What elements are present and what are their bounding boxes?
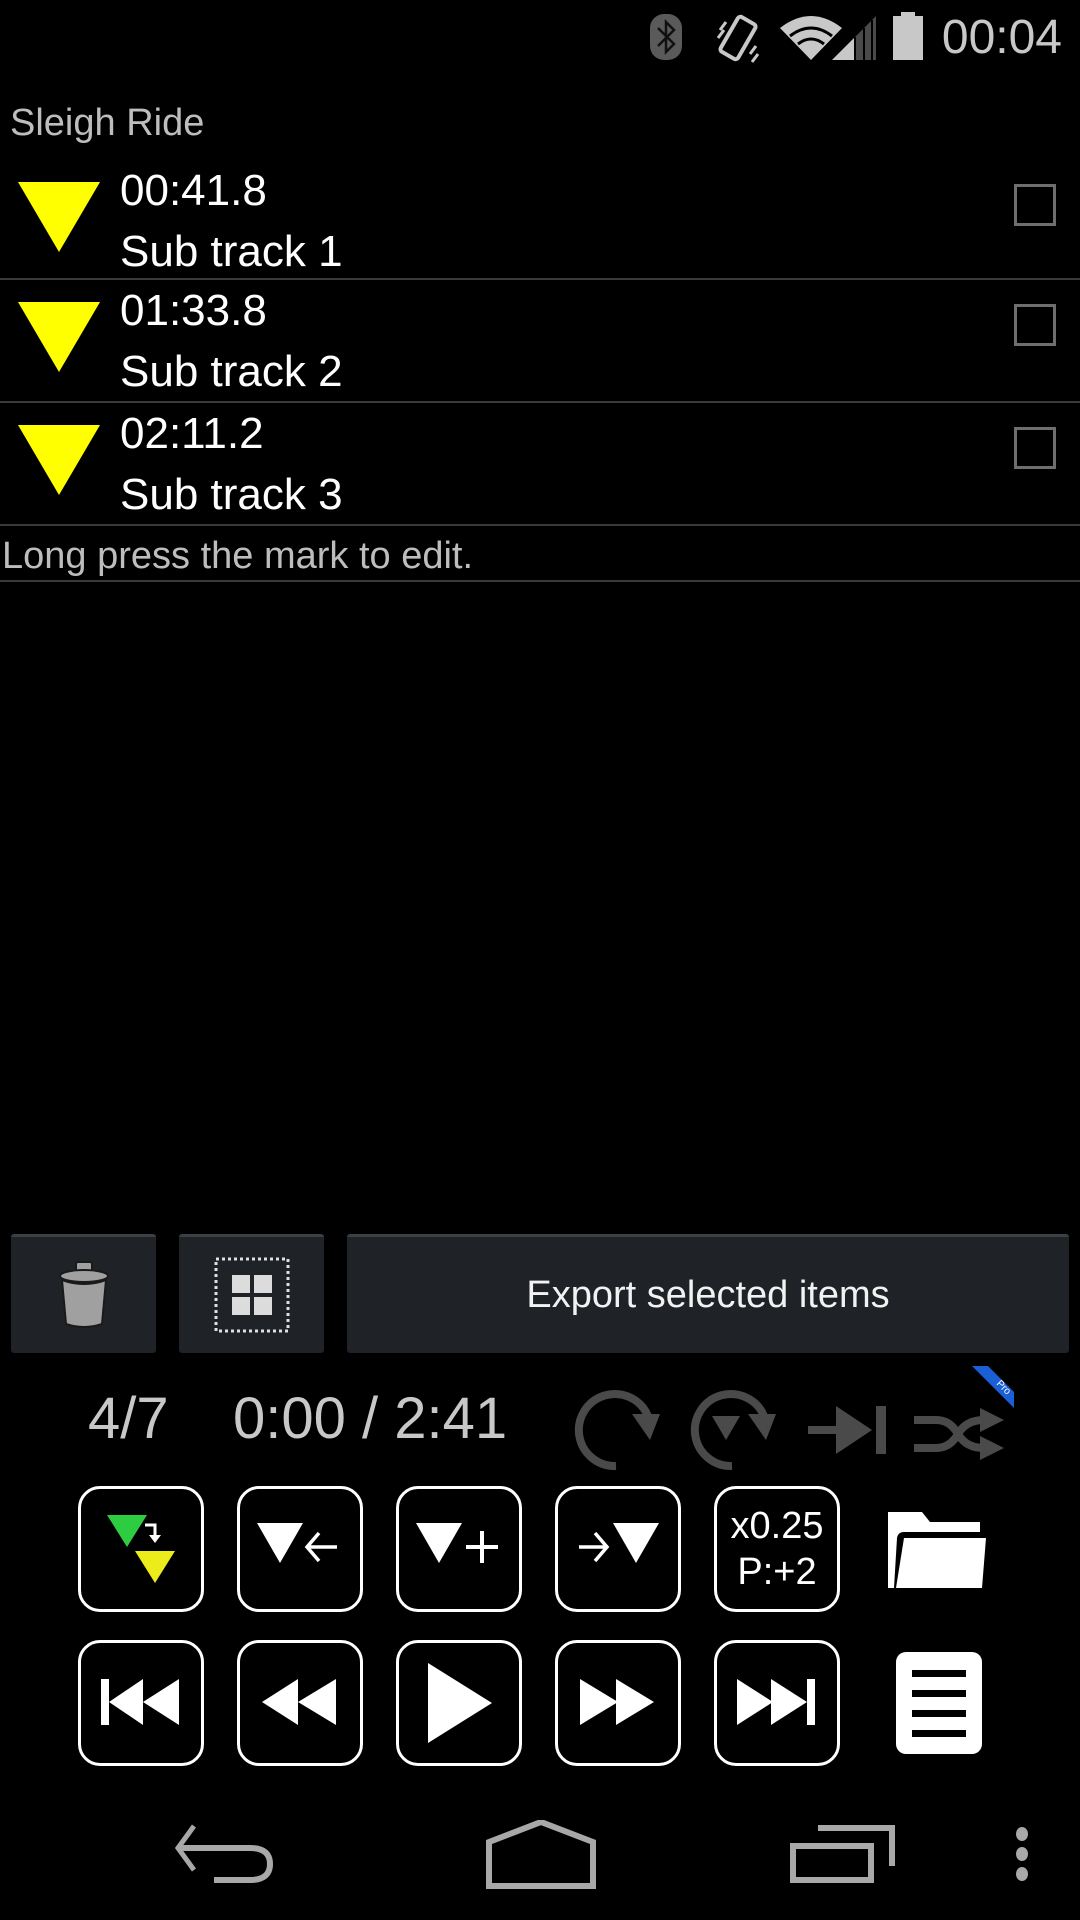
export-selected-label: Export selected items [526,1273,890,1316]
bluetooth-icon [650,14,682,60]
skip-next-button[interactable] [714,1640,840,1766]
speed-pitch-button[interactable]: x0.25 P:+2 [714,1486,840,1612]
mark-name: Sub track 3 [120,470,343,519]
mark-checkbox[interactable] [1014,304,1056,346]
mark-list: 00:41.8 Sub track 1 01:33.8 Sub track 2 … [0,160,1080,526]
add-mark-button[interactable] [396,1486,522,1612]
add-mark-icon [416,1523,498,1563]
home-icon[interactable] [486,1820,596,1890]
folder-icon[interactable] [884,1508,988,1592]
mark-name: Sub track 1 [120,227,343,276]
trash-icon [58,1261,109,1328]
track-position: 4/7 [88,1386,169,1451]
navigation-bar [0,1800,1080,1920]
mark-previous-icon [257,1523,337,1563]
cell-signal-icon [832,16,876,60]
play-icon [428,1663,492,1743]
battery-icon [893,12,923,60]
recents-icon[interactable] [790,1824,900,1884]
mark-row[interactable]: 00:41.8 Sub track 1 [0,160,1080,280]
select-all-button[interactable] [179,1234,324,1353]
select-all-icon [214,1257,289,1333]
mark-checkbox[interactable] [1014,184,1056,226]
song-title: Sleigh Ride [10,102,205,144]
repeat-icon[interactable] [572,1380,668,1476]
fast-forward-icon [580,1679,654,1725]
mark-next-button[interactable] [555,1486,681,1612]
mark-previous-button[interactable] [237,1486,363,1612]
playlist-icon[interactable] [894,1650,984,1756]
fast-forward-button[interactable] [555,1640,681,1766]
clock: 00:04 [941,11,1062,64]
back-icon[interactable] [170,1820,290,1890]
mark-time: 00:41.8 [120,166,267,215]
mark-jump-button[interactable] [78,1486,204,1612]
hint-text: Long press the mark to edit. [0,526,1080,582]
play-to-end-icon[interactable] [804,1380,894,1476]
mark-name: Sub track 2 [120,347,343,396]
status-bar: 00:04 [0,0,1080,75]
skip-next-icon [737,1679,815,1725]
mark-time: 01:33.8 [120,286,267,335]
rewind-button[interactable] [237,1640,363,1766]
repeat-mark-icon[interactable] [688,1380,784,1476]
pro-badge: Pro [972,1366,1014,1408]
mark-row[interactable]: 01:33.8 Sub track 2 [0,280,1080,403]
overflow-menu-icon[interactable] [1012,1826,1032,1882]
vibrate-icon [716,14,760,63]
speed-value: x0.25 [730,1505,824,1547]
mark-jump-icon [107,1515,175,1583]
mark-triangle-icon[interactable] [18,425,100,495]
export-selected-button[interactable]: Export selected items [347,1234,1069,1353]
skip-previous-icon [101,1679,179,1725]
mark-next-icon [579,1523,659,1563]
rewind-icon [262,1679,336,1725]
pitch-value: P:+2 [737,1551,817,1593]
time-display: 0:00 / 2:41 [233,1386,508,1451]
mark-triangle-icon[interactable] [18,182,100,252]
mark-row[interactable]: 02:11.2 Sub track 3 [0,403,1080,526]
delete-button[interactable] [11,1234,156,1353]
mark-time: 02:11.2 [120,409,264,458]
play-button[interactable] [396,1640,522,1766]
mark-checkbox[interactable] [1014,427,1056,469]
skip-previous-button[interactable] [78,1640,204,1766]
mark-triangle-icon[interactable] [18,302,100,372]
